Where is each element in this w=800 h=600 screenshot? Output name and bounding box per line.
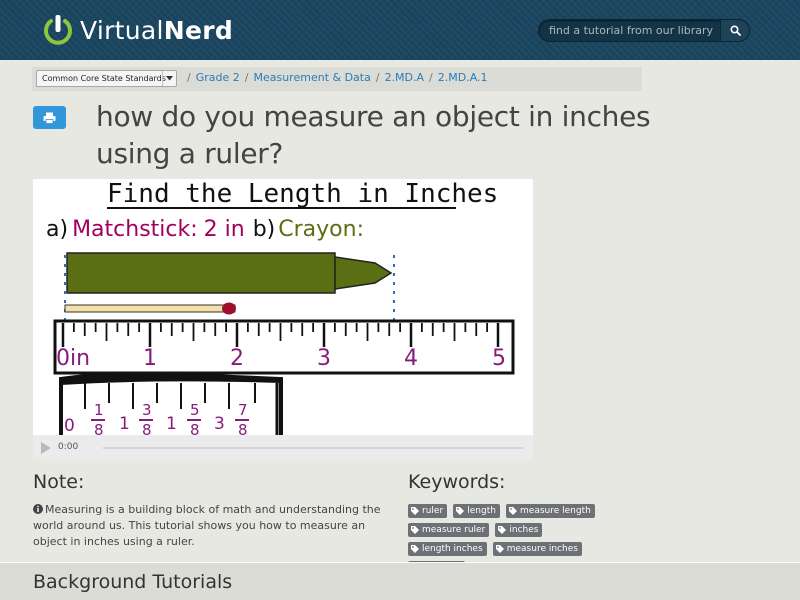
keyword-tag[interactable]: measure length — [506, 504, 595, 518]
svg-text:8: 8 — [94, 421, 104, 435]
tag-icon — [411, 545, 419, 553]
ruler-label-0: 0in — [56, 346, 90, 371]
svg-text:7: 7 — [238, 401, 248, 419]
ruler-illustration — [53, 319, 515, 375]
tag-icon — [498, 526, 507, 534]
svg-text:0: 0 — [64, 416, 75, 435]
tag-icon — [456, 507, 465, 515]
tag-icon — [411, 507, 419, 515]
svg-text:3: 3 — [214, 414, 225, 434]
svg-text:1: 1 — [166, 414, 177, 434]
keyword-tag[interactable]: length — [453, 504, 500, 518]
background-tutorials-heading: Background Tutorials — [33, 571, 233, 593]
svg-text:8: 8 — [142, 421, 152, 435]
search-box — [538, 19, 750, 42]
crayon-illustration — [66, 252, 393, 294]
play-icon[interactable] — [41, 442, 51, 454]
item-a-name: Matchstick: — [72, 217, 198, 242]
page-title: how do you measure an object in inches u… — [96, 100, 651, 170]
search-input[interactable] — [549, 20, 719, 41]
site-logo[interactable]: VirtualNerd — [42, 12, 233, 48]
item-b-label: b) — [253, 217, 276, 242]
chevron-down-icon — [162, 71, 176, 86]
svg-text:8: 8 — [190, 421, 200, 435]
keyword-tag[interactable]: inches — [495, 523, 543, 537]
breadcrumb-domain[interactable]: Measurement & Data — [253, 71, 370, 84]
ruler-label-4: 4 — [404, 346, 418, 371]
keyword-tag[interactable]: measure inches — [492, 542, 582, 556]
ruler-label-5: 5 — [492, 346, 506, 371]
search-icon — [729, 25, 741, 36]
breadcrumb-standard[interactable]: 2.MD.A.1 — [438, 71, 488, 84]
keyword-tag[interactable]: length inches — [408, 542, 487, 556]
breadcrumb-grade[interactable]: Grade 2 — [196, 71, 240, 84]
video-controls: 0:00 — [33, 435, 533, 460]
ruler-label-1: 1 — [143, 346, 157, 371]
slide-title: Find the Length in Inches — [107, 179, 498, 209]
ruler-label-3: 3 — [317, 346, 331, 371]
ruler-label-2: 2 — [230, 346, 244, 371]
breadcrumb: / Grade 2/Measurement & Data/2.MD.A/2.MD.… — [187, 71, 488, 84]
video-progress-bar[interactable] — [103, 447, 523, 449]
print-button[interactable] — [33, 106, 66, 129]
video-player[interactable]: Find the Length in Inches a) Matchstick: 2… — [33, 179, 533, 460]
svg-text:a)Matchstick:2 inb)Crayon:: a) Matchstick: 2 in b) Crayon: — [46, 217, 364, 242]
standards-select[interactable]: Common Core State Standards — [36, 70, 177, 87]
tag-icon — [411, 526, 419, 534]
magnified-ruler-illustration: 0 18 1 38 1 58 3 78 — [59, 372, 283, 435]
svg-text:5: 5 — [190, 401, 200, 419]
svg-text:3: 3 — [142, 401, 152, 419]
print-icon — [43, 112, 56, 124]
site-header: VirtualNerd — [0, 0, 800, 60]
info-icon — [33, 504, 43, 514]
keyword-tag[interactable]: ruler — [408, 504, 448, 518]
tag-icon — [495, 545, 504, 553]
item-a-value: 2 in — [204, 217, 245, 242]
note-text: Measuring is a building block of math an… — [33, 503, 381, 548]
keywords-heading: Keywords: — [408, 471, 506, 493]
standards-select-value: Common Core State Standards — [42, 74, 166, 83]
keyword-tag[interactable]: measure ruler — [408, 523, 490, 537]
breadcrumb-bar: Common Core State Standards / Grade 2/Mea… — [32, 67, 642, 91]
tag-icon — [509, 507, 518, 515]
search-button[interactable] — [720, 19, 750, 42]
video-frame: Find the Length in Inches a) Matchstick: 2… — [33, 179, 533, 435]
logo-text: VirtualNerd — [80, 15, 234, 45]
power-logo-icon — [42, 12, 74, 48]
note-heading: Note: — [33, 471, 85, 493]
svg-text:1: 1 — [119, 414, 130, 434]
item-b-name: Crayon: — [278, 217, 364, 242]
video-time: 0:00 — [58, 442, 79, 452]
item-a-label: a) — [46, 217, 68, 242]
breadcrumb-cluster[interactable]: 2.MD.A — [385, 71, 424, 84]
svg-text:8: 8 — [238, 421, 248, 435]
svg-text:1: 1 — [94, 401, 104, 419]
